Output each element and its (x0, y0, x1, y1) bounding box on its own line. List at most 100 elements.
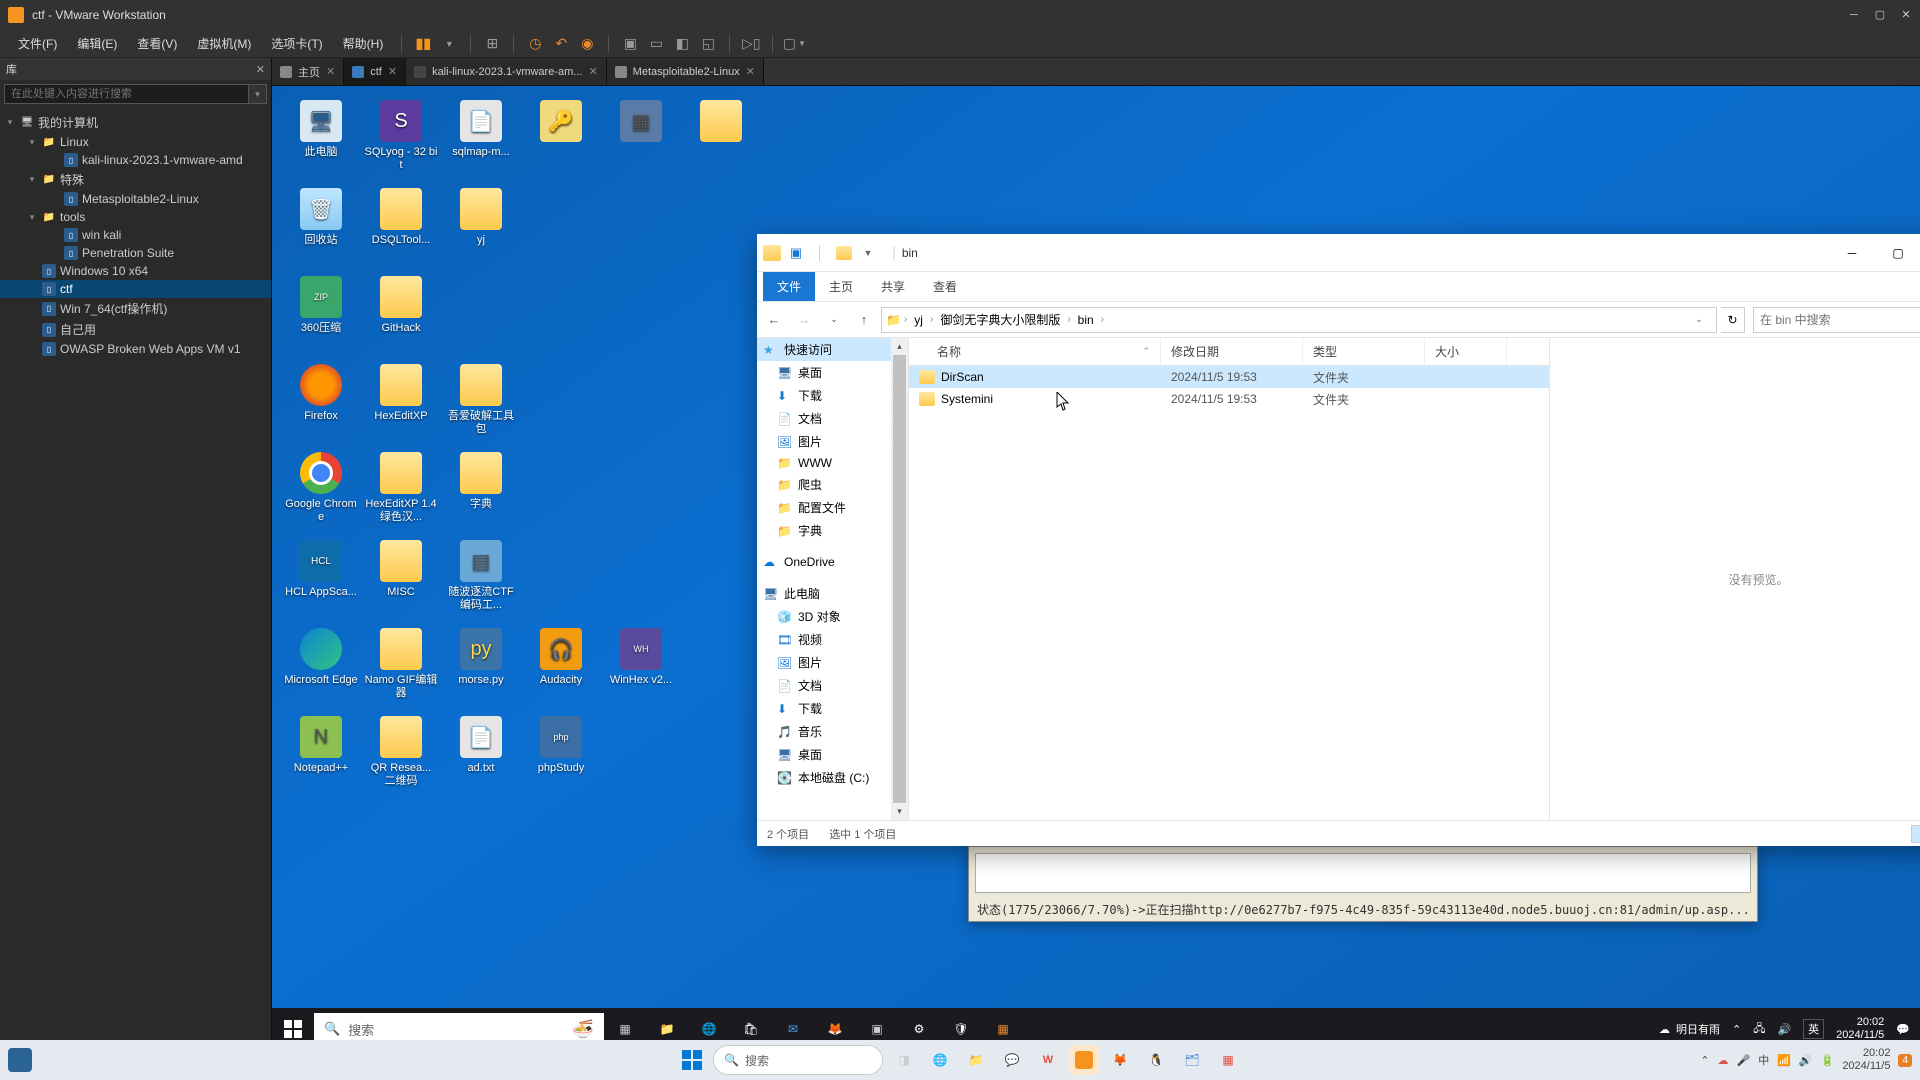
desktop-icon-chrome[interactable]: Google Chrome (282, 448, 360, 534)
weather-widget[interactable]: ☁明日有雨 (1659, 1021, 1720, 1037)
close-button[interactable]: ✕ (1900, 9, 1912, 21)
view-dropdown[interactable]: ▢▼ (783, 33, 805, 55)
nav-crawler[interactable]: 📁爬虫 (757, 473, 908, 496)
qat-properties-icon[interactable]: ▣ (785, 242, 807, 264)
tray-chevron-icon[interactable]: ⌃ (1700, 1054, 1709, 1067)
tree-vm-metasploitable[interactable]: ▯Metasploitable2-Linux (0, 190, 271, 208)
tree-vm-win10[interactable]: ▯Windows 10 x64 (0, 262, 271, 280)
tray-volume-icon[interactable]: 🔊 (1777, 1023, 1791, 1036)
desktop-icon-adtxt[interactable]: 📄ad.txt (442, 712, 520, 798)
menu-vm[interactable]: 虚拟机(M) (189, 31, 259, 56)
tab-metasploitable[interactable]: Metasploitable2-Linux✕ (607, 58, 764, 85)
tree-vm-kali[interactable]: ▯kali-linux-2023.1-vmware-amd (0, 151, 271, 169)
desktop-icon-dict[interactable]: 字典 (442, 448, 520, 534)
tray-lang[interactable]: 中 (1758, 1052, 1769, 1068)
host-explorer[interactable]: 📁 (961, 1045, 991, 1075)
tree-root[interactable]: ▾🖥我的计算机 (0, 112, 271, 133)
desktop-icon-hexedit1[interactable]: HexEditXP (362, 360, 440, 446)
breadcrumb-bin[interactable]: bin (1074, 313, 1098, 327)
desktop-icon-sqlyog[interactable]: SSQLyog - 32 bit (362, 96, 440, 182)
scroll-up-icon[interactable]: ▴ (891, 338, 908, 355)
taskbar-clock[interactable]: 20:02 2024/11/5 (1836, 1016, 1884, 1042)
desktop-icon-hcl[interactable]: HCLHCL AppSca... (282, 536, 360, 622)
desktop-icon-thispc[interactable]: 🖥此电脑 (282, 96, 360, 182)
nav-docs2[interactable]: 📄文档 (757, 674, 908, 697)
desktop-icon-recycle[interactable]: 🗑回收站 (282, 184, 360, 270)
desktop-icon-sqlmap[interactable]: 📄sqlmap-m... (442, 96, 520, 182)
col-name[interactable]: 名称⌃ (909, 338, 1161, 365)
console-button[interactable]: ▷▯ (740, 33, 762, 55)
desktop-icon-wuai[interactable]: 吾爱破解工具包 (442, 360, 520, 446)
tab-close-icon[interactable]: ✕ (588, 65, 597, 78)
tab-home[interactable]: 主页✕ (272, 58, 344, 85)
tray-battery-icon[interactable]: 🔋 (1821, 1054, 1835, 1067)
host-clock[interactable]: 20:02 2024/11/5 (1842, 1047, 1890, 1072)
widgets-button[interactable] (8, 1048, 32, 1072)
desktop-icon-firefox[interactable]: Firefox (282, 360, 360, 446)
tree-tools-folder[interactable]: ▾📁tools (0, 208, 271, 226)
scroll-down-icon[interactable]: ▾ (891, 803, 908, 820)
desktop-icon-githack[interactable]: GitHack (362, 272, 440, 358)
host-taskview[interactable]: ◨ (889, 1045, 919, 1075)
nav-pics2[interactable]: 🖼图片 (757, 651, 908, 674)
layout-btn-4[interactable]: ◱ (697, 33, 719, 55)
tab-close-icon[interactable]: ✕ (746, 65, 755, 78)
host-edge[interactable]: 🌐 (925, 1045, 955, 1075)
tree-vm-win7[interactable]: ▯Win 7_64(ctf操作机) (0, 298, 271, 319)
host-vmware[interactable] (1069, 1045, 1099, 1075)
nav-config[interactable]: 📁配置文件 (757, 496, 908, 519)
desktop-icon-audacity[interactable]: 🎧Audacity (522, 624, 600, 710)
layout-btn-2[interactable]: ▭ (645, 33, 667, 55)
tree-scrollbar[interactable]: ▴ ▾ (891, 338, 908, 820)
desktop-icon-morse[interactable]: pymorse.py (442, 624, 520, 710)
explorer-search-input[interactable] (1754, 313, 1920, 327)
qat-folder-icon[interactable] (761, 242, 783, 264)
menu-help[interactable]: 帮助(H) (335, 31, 392, 56)
tree-vm-owasp[interactable]: ▯OWASP Broken Web Apps VM v1 (0, 340, 271, 358)
address-bar[interactable]: 📁 › yj › 御剑无字典大小限制版 › bin › ⌄ (881, 307, 1717, 333)
file-row-systemini[interactable]: Systemini 2024/11/5 19:53 文件夹 (909, 388, 1549, 410)
tray-volume-icon[interactable]: 🔊 (1799, 1054, 1813, 1067)
menu-file[interactable]: 文件(F) (10, 31, 65, 56)
explorer-titlebar[interactable]: ▣ │ ▼ │ bin ─ ▢ ✕ (757, 234, 1920, 272)
scanner-window[interactable]: 状态(1775/23066/7.70%)->正在扫描http://0e6277b… (968, 846, 1758, 922)
host-wps[interactable]: W (1033, 1045, 1063, 1075)
refresh-button[interactable]: ↻ (1721, 307, 1745, 333)
tab-close-icon[interactable]: ✕ (388, 65, 397, 78)
tray-chevron[interactable]: ⌃ (1732, 1023, 1741, 1036)
ribbon-tab-file[interactable]: 文件 (763, 272, 815, 301)
desktop-icon-folder1[interactable] (682, 96, 760, 182)
nav-thispc[interactable]: 🖥此电脑 (757, 582, 908, 605)
desktop-icon-360zip[interactable]: ZIP360压缩 (282, 272, 360, 358)
desktop-icon-hexedit2[interactable]: HexEditXP 1.4 绿色汉... (362, 448, 440, 534)
col-date[interactable]: 修改日期 (1161, 338, 1303, 365)
desktop-icon-ctftool[interactable]: ▤随波逐流CTF编码工... (442, 536, 520, 622)
tree-vm-winkali[interactable]: ▯win kali (0, 226, 271, 244)
manage-icon[interactable]: ◉ (576, 33, 598, 55)
tray-mic-icon[interactable]: 🎤 (1737, 1054, 1751, 1067)
desktop-icon-generic1[interactable]: 🔑 (522, 96, 600, 182)
tray-network-icon[interactable]: 🖧 (1753, 1020, 1765, 1039)
notification-center-icon[interactable]: 💬 (1896, 1023, 1910, 1036)
sidebar-close-button[interactable]: ✕ (256, 63, 265, 76)
nav-pictures[interactable]: 🖼图片📌 (757, 430, 908, 453)
nav-music[interactable]: 🎵音乐 (757, 720, 908, 743)
ribbon-tab-home[interactable]: 主页 (815, 272, 867, 301)
minimize-button[interactable]: ─ (1848, 9, 1860, 21)
tab-close-icon[interactable]: ✕ (326, 65, 335, 78)
tray-onedrive-icon[interactable]: ☁ (1718, 1054, 1729, 1067)
tray-lang[interactable]: 英 (1803, 1019, 1824, 1039)
revert-icon[interactable]: ↶ (550, 33, 572, 55)
nav-desktop[interactable]: 🖥桌面📌 (757, 361, 908, 384)
qat-new-folder-icon[interactable] (833, 242, 855, 264)
host-start-button[interactable] (677, 1045, 707, 1075)
host-search-box[interactable]: 🔍搜索 (713, 1045, 883, 1075)
desktop-icon-qr[interactable]: QR Resea... 二维码 (362, 712, 440, 798)
layout-btn-1[interactable]: ▣ (619, 33, 641, 55)
desktop-icon-edge[interactable]: Microsoft Edge (282, 624, 360, 710)
desktop-icon-generic2[interactable]: ▦ (602, 96, 680, 182)
nav-www[interactable]: 📁WWW (757, 453, 908, 473)
tab-ctf[interactable]: ctf✕ (344, 58, 406, 85)
col-size[interactable]: 大小 (1425, 338, 1507, 365)
nav-localdisk[interactable]: 💽本地磁盘 (C:) (757, 766, 908, 789)
